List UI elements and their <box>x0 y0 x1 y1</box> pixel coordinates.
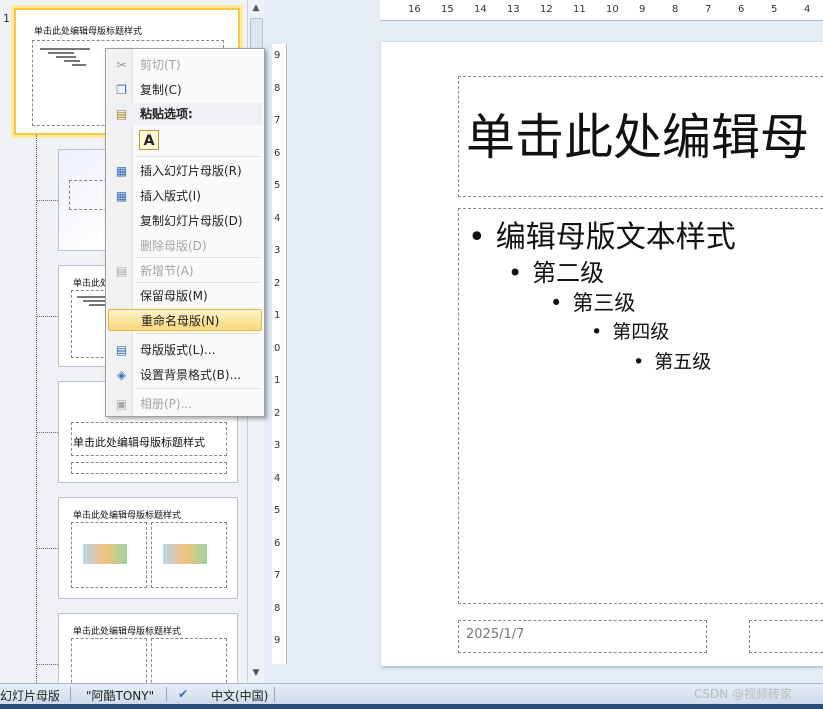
master-layout-icon: ▤ <box>115 343 128 357</box>
footer-placeholder[interactable] <box>749 620 823 653</box>
menu-item-insert-layout[interactable]: ▦ 插入版式(I) <box>108 185 262 207</box>
scissors-icon: ✂ <box>116 58 127 72</box>
clipboard-icon: ▤ <box>115 107 128 121</box>
menu-item-photo-album[interactable]: ▣ 相册(P)... <box>108 393 262 415</box>
scroll-up-button[interactable]: ▲ <box>248 0 264 16</box>
menu-item-preserve-master[interactable]: 保留母版(M) <box>108 285 262 307</box>
ruler-label: 4 <box>804 4 811 15</box>
paint-bucket-icon: ◈ <box>116 368 127 382</box>
ruler-label: 8 <box>274 82 281 94</box>
spellcheck-icon[interactable]: ✔ <box>178 687 188 701</box>
ruler-label: 6 <box>274 147 281 159</box>
ruler-label: 12 <box>540 4 553 15</box>
menu-item-copy[interactable]: ❐ 复制(C) <box>108 79 262 101</box>
layout-title-label: 单击此处编辑母版标题样式 <box>73 436 205 449</box>
paste-keep-text-only-icon[interactable]: A <box>139 130 159 150</box>
ruler-label: 7 <box>705 4 712 15</box>
ruler-label: 4 <box>274 472 281 484</box>
slide-title-text[interactable]: 单击此处编辑母 <box>466 98 809 169</box>
ruler-label: 0 <box>274 342 281 354</box>
scroll-down-button[interactable]: ▼ <box>248 665 264 681</box>
layout-thumbnail-comparison[interactable]: 单击此处编辑母版标题样式 <box>58 613 238 683</box>
body-level-1[interactable]: • 编辑母版文本样式 <box>468 212 736 256</box>
ruler-label: 6 <box>738 4 745 15</box>
layout-title-label: 单击此处编辑母版标题样式 <box>73 511 182 521</box>
menu-item-rename-master[interactable]: 重命名母版(N) <box>108 309 262 331</box>
ruler-label: 14 <box>474 4 487 15</box>
date-text[interactable]: 2025/1/7 <box>466 627 524 642</box>
ruler-label: 7 <box>274 115 281 126</box>
taskbar <box>0 704 823 709</box>
ruler-label: 2 <box>274 277 281 289</box>
ruler-label: 10 <box>606 4 619 15</box>
status-language[interactable]: 中文(中国) <box>211 687 268 704</box>
menu-item-add-section[interactable]: ▤ 新增节(A) <box>108 260 262 282</box>
ruler-label: 5 <box>274 180 281 191</box>
body-level-2[interactable]: • 第二级 <box>508 253 604 288</box>
ruler-label: 9 <box>639 4 646 15</box>
ruler-label: 6 <box>274 537 281 549</box>
insert-layout-icon: ▦ <box>115 189 128 203</box>
ruler-label: 1 <box>274 375 281 386</box>
ruler-label: 5 <box>274 505 281 516</box>
context-menu: ✂ 剪切(T) ❐ 复制(C) ▤ 粘贴选项: A ▦ 插入幻灯片母版(R) ▦ 插入版式… <box>105 48 265 417</box>
ruler-label: 11 <box>573 4 586 15</box>
ruler-label: 3 <box>274 245 281 256</box>
status-theme[interactable]: "阿酷TONY" <box>86 687 154 704</box>
ruler-label: 8 <box>672 4 679 15</box>
menu-item-cut[interactable]: ✂ 剪切(T) <box>108 54 262 76</box>
insert-master-icon: ▦ <box>115 164 128 178</box>
ruler-label: 15 <box>441 4 454 15</box>
section-icon: ▤ <box>115 264 128 278</box>
watermark: CSDN @视频砖家 <box>694 687 793 701</box>
menu-header-paste-options: ▤ 粘贴选项: <box>108 103 262 125</box>
menu-item-duplicate-master[interactable]: 复制幻灯片母版(D) <box>108 210 262 232</box>
ruler-label: 9 <box>274 635 281 646</box>
ruler-label: 4 <box>274 212 281 224</box>
vertical-ruler: 9 8 7 6 5 4 3 2 1 0 1 2 3 4 5 6 7 8 9 <box>272 44 287 664</box>
body-level-3[interactable]: • 第三级 <box>550 287 635 317</box>
copy-icon: ❐ <box>116 83 127 97</box>
ruler-label: 2 <box>274 407 281 419</box>
ruler-label: 9 <box>274 50 281 61</box>
menu-item-insert-master[interactable]: ▦ 插入幻灯片母版(R) <box>108 160 262 182</box>
slide-number: 1 <box>3 12 10 25</box>
menu-item-format-background[interactable]: ◈ 设置背景格式(B)... <box>108 364 262 386</box>
layout-title-label: 单击此处编辑母版标题样式 <box>73 627 182 637</box>
horizontal-ruler: 16 15 14 13 12 11 10 9 8 7 6 5 4 <box>380 0 823 21</box>
body-level-5[interactable]: • 第五级 <box>633 347 711 374</box>
ruler-label: 1 <box>274 310 281 321</box>
status-view: 幻灯片母版 <box>0 689 61 703</box>
master-thumbnail-title: 单击此处编辑母版标题样式 <box>34 27 143 37</box>
ruler-label: 7 <box>274 570 281 581</box>
menu-item-delete-master[interactable]: 删除母版(D) <box>108 235 262 257</box>
menu-item-master-layout[interactable]: ▤ 母版版式(L)... <box>108 339 262 361</box>
body-level-4[interactable]: • 第四级 <box>591 317 669 344</box>
ruler-label: 13 <box>507 4 520 15</box>
layout-thumbnail-two-content[interactable]: 单击此处编辑母版标题样式 <box>58 497 238 599</box>
ruler-label: 8 <box>274 602 281 614</box>
photo-album-icon: ▣ <box>115 397 128 411</box>
ruler-label: 16 <box>408 4 421 15</box>
ruler-label: 3 <box>274 440 281 451</box>
ruler-label: 5 <box>771 4 778 15</box>
